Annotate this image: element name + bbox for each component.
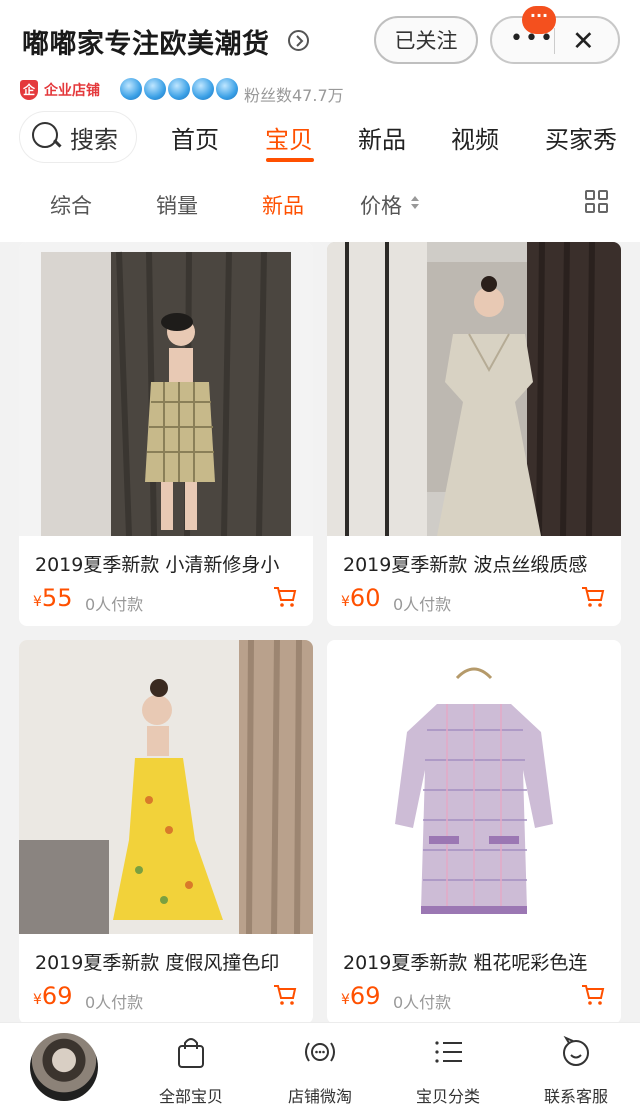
product-card[interactable]: 2019夏季新款 波点丝缎质感 ¥60 0人付款	[327, 242, 621, 626]
product-photo	[19, 242, 313, 536]
tab-new[interactable]: 新品	[358, 120, 406, 155]
product-title: 2019夏季新款 度假风撞色印	[35, 952, 280, 974]
sort-bar: 综合 销量 新品 价格	[0, 180, 640, 242]
sort-price[interactable]: 价格	[360, 190, 402, 220]
sort-overall[interactable]: 综合	[50, 190, 92, 220]
chat-bubble-icon	[563, 1035, 589, 1066]
tab-home[interactable]: 首页	[171, 120, 219, 155]
product-photo	[327, 242, 621, 536]
enterprise-badge: 企 企业店铺	[20, 80, 100, 100]
product-price: ¥60	[341, 584, 380, 612]
price-value: 69	[349, 982, 381, 1010]
price-value: 55	[41, 584, 73, 612]
crown-icon	[144, 78, 166, 100]
product-photo	[327, 640, 621, 934]
search-icon	[32, 122, 62, 152]
active-tab-indicator	[266, 158, 314, 162]
cart-icon[interactable]	[273, 585, 297, 609]
notification-badge: ···	[522, 6, 556, 34]
title-row: 嘟嘟家专注欧美潮货 已关注 ••• ✕ ···	[0, 0, 640, 80]
product-title: 2019夏季新款 小清新修身小	[35, 554, 280, 576]
sort-new[interactable]: 新品	[262, 190, 304, 220]
product-card[interactable]: 2019夏季新款 度假风撞色印 ¥69 0人付款	[19, 640, 313, 1024]
shop-avatar[interactable]	[30, 1033, 98, 1101]
close-icon[interactable]: ✕	[572, 26, 595, 57]
crown-icon	[192, 78, 214, 100]
search-label: 搜索	[70, 125, 118, 154]
tab-shop-weitao[interactable]: 店铺微淘	[265, 1033, 375, 1108]
bottom-tab-bar: 全部宝贝 店铺微淘 宝贝分类 联系客服	[0, 1022, 640, 1108]
price-value: 69	[41, 982, 73, 1010]
sort-sales[interactable]: 销量	[156, 190, 198, 220]
product-title: 2019夏季新款 波点丝缎质感	[343, 554, 588, 576]
shop-nav: 搜索 首页 宝贝 新品 视频 买家秀	[0, 108, 640, 180]
tab-buyer-show[interactable]: 买家秀	[545, 120, 617, 155]
tab-label: 店铺微淘	[287, 1087, 352, 1106]
tab-products[interactable]: 宝贝	[265, 120, 313, 155]
tab-label: 全部宝贝	[158, 1087, 223, 1106]
shop-rating-crowns	[120, 78, 238, 100]
enterprise-label: 企业店铺	[44, 83, 100, 99]
tab-all-products[interactable]: 全部宝贝	[136, 1033, 246, 1108]
product-photo	[19, 640, 313, 934]
crown-icon	[120, 78, 142, 100]
capsule-divider	[554, 28, 555, 54]
product-card[interactable]: 2019夏季新款 小清新修身小 ¥55 0人付款	[19, 242, 313, 626]
grid-view-icon[interactable]	[585, 190, 609, 214]
product-card[interactable]: 2019夏季新款 粗花呢彩色连 ¥69 0人付款	[327, 640, 621, 1024]
shield-icon: 企	[20, 80, 38, 100]
cart-icon[interactable]	[273, 983, 297, 1007]
shop-header: 嘟嘟家专注欧美潮货 已关注 ••• ✕ ··· 企 企业店铺 粉丝数47.7万 …	[0, 0, 640, 242]
list-icon	[435, 1041, 462, 1063]
search-button[interactable]: 搜索	[20, 112, 136, 162]
shop-meta-row: 企 企业店铺 粉丝数47.7万	[0, 78, 640, 108]
currency-symbol: ¥	[33, 992, 42, 1008]
paid-count: 0人付款	[85, 993, 144, 1012]
currency-symbol: ¥	[33, 594, 42, 610]
tab-video[interactable]: 视频	[451, 120, 499, 155]
sort-arrows-icon	[410, 194, 420, 214]
currency-symbol: ¥	[341, 594, 350, 610]
tab-customer-service[interactable]: 联系客服	[521, 1033, 631, 1108]
crown-icon	[168, 78, 190, 100]
currency-symbol: ¥	[341, 992, 350, 1008]
shopping-bag-icon	[178, 1038, 204, 1068]
chevron-right-icon[interactable]	[288, 30, 309, 51]
product-price: ¥55	[33, 584, 72, 612]
paid-count: 0人付款	[85, 595, 144, 614]
paid-count: 0人付款	[393, 993, 452, 1012]
tab-label: 联系客服	[543, 1087, 608, 1106]
product-title: 2019夏季新款 粗花呢彩色连	[343, 952, 588, 974]
follow-button[interactable]: 已关注	[374, 16, 478, 64]
tab-label: 宝贝分类	[415, 1087, 480, 1106]
crown-icon	[216, 78, 238, 100]
product-price: ¥69	[341, 982, 380, 1010]
cart-icon[interactable]	[581, 983, 605, 1007]
product-price: ¥69	[33, 982, 72, 1010]
fans-count: 粉丝数47.7万	[244, 86, 344, 105]
broadcast-icon	[305, 1042, 335, 1062]
tab-categories[interactable]: 宝贝分类	[393, 1033, 503, 1108]
paid-count: 0人付款	[393, 595, 452, 614]
cart-icon[interactable]	[581, 585, 605, 609]
price-value: 60	[349, 584, 381, 612]
more-icon[interactable]: •••	[510, 28, 555, 50]
shop-name[interactable]: 嘟嘟家专注欧美潮货	[22, 22, 270, 61]
